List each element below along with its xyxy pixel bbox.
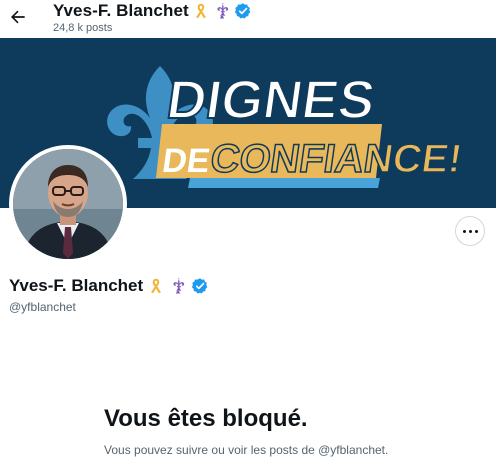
blocked-title: Vous êtes bloqué. [104,405,308,432]
avatar-portrait [13,149,123,259]
more-options-button[interactable] [455,216,485,246]
banner-text-confiance: CONFIANCE! [208,136,465,181]
fleur-de-lis-icon [173,278,185,294]
profile-name: Yves-F. Blanchet [9,276,144,295]
more-icon-dot [462,229,466,233]
header-title: Yves-F. Blanchet [53,1,189,20]
verified-badge-icon [234,3,251,19]
profile-handle: @yfblanchet [9,300,76,314]
avatar-frame[interactable] [9,145,127,263]
banner-text-dignes: DIGNES [163,70,378,130]
verified-badge-icon [192,278,208,294]
fleur-de-lis-icon [217,3,228,19]
back-arrow-icon[interactable] [8,7,28,27]
blocked-message: Vous pouvez suivre ou voir les posts de … [104,443,389,457]
banner-text-de: DE [160,142,213,180]
top-bar: Yves-F. Blanchet 24,8 k posts [0,0,496,38]
post-count: 24,8 k posts [53,22,113,34]
profile-name-row: Yves-F. Blanchet [9,276,209,296]
yellow-ribbon-icon [195,3,206,19]
more-icon-dot [474,229,478,233]
more-icon-dot [468,229,472,233]
yellow-ribbon-icon [151,278,162,294]
avatar[interactable] [13,149,123,259]
header-title-row: Yves-F. Blanchet [53,1,252,21]
